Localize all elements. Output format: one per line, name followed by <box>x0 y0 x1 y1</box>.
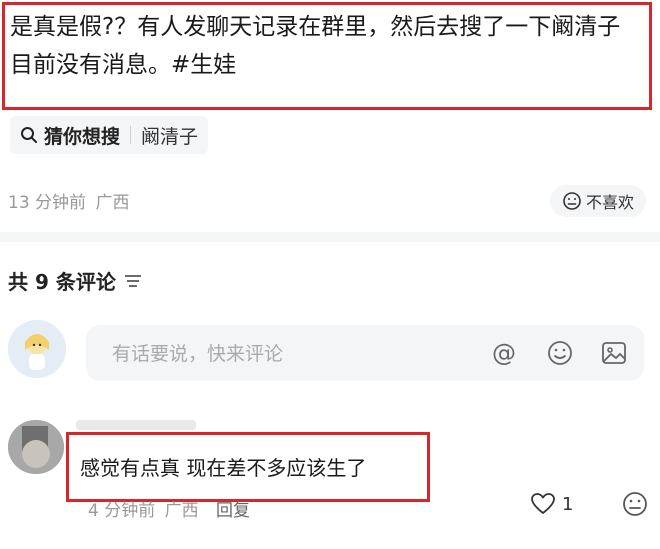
comments-count-title: 共 9 条评论 <box>8 270 116 294</box>
comment-input-bar[interactable]: @ <box>86 325 644 383</box>
at-icon[interactable]: @ <box>490 339 518 367</box>
dislike-label: 不喜欢 <box>585 193 634 212</box>
post-location: 广西 <box>95 193 130 213</box>
search-icon <box>21 127 37 143</box>
divider <box>130 126 132 144</box>
image-icon[interactable] <box>600 339 628 367</box>
comment-avatar[interactable] <box>8 420 64 474</box>
emoji-icon[interactable] <box>546 339 574 367</box>
post-text: 是真是假?？有人发聊天记录在群里，然后去搜了一下阚清子目前没有消息。#生娃 <box>10 14 621 78</box>
comment-text: 感觉有点真 现在差不多应该生了 <box>80 456 367 480</box>
comment-location: 广西 <box>164 501 199 521</box>
comment-time: 4 分钟前 <box>88 501 156 521</box>
avatar-illustration <box>8 320 66 378</box>
comment-dislike-button[interactable] <box>622 491 648 523</box>
comment-meta: 4 分钟前 广西 回复 <box>88 496 250 521</box>
post-time: 13 分钟前 <box>8 193 87 213</box>
avatar[interactable] <box>8 320 66 378</box>
search-keyword[interactable]: 阚清子 <box>141 122 198 149</box>
post-meta: 13 分钟前 广西 <box>8 188 129 213</box>
comments-header: 共 9 条评论 <box>8 266 142 295</box>
dislike-button[interactable]: 不喜欢 <box>550 185 646 217</box>
section-divider <box>0 232 660 242</box>
avatar-blurred <box>8 420 64 474</box>
search-suggestion[interactable]: 猜你想搜 阚清子 <box>10 116 209 154</box>
like-button[interactable]: 1 <box>530 492 573 516</box>
like-count: 1 <box>562 493 574 515</box>
sort-lines-icon[interactable] <box>124 273 142 289</box>
comment-input[interactable] <box>110 325 474 383</box>
reply-button[interactable]: 回复 <box>216 501 250 521</box>
sad-face-icon <box>563 192 581 210</box>
heart-icon <box>531 493 555 514</box>
comment-username-redacted <box>76 420 196 430</box>
search-suggestion-label: 猜你想搜 <box>44 125 121 148</box>
sad-face-icon <box>623 492 647 516</box>
